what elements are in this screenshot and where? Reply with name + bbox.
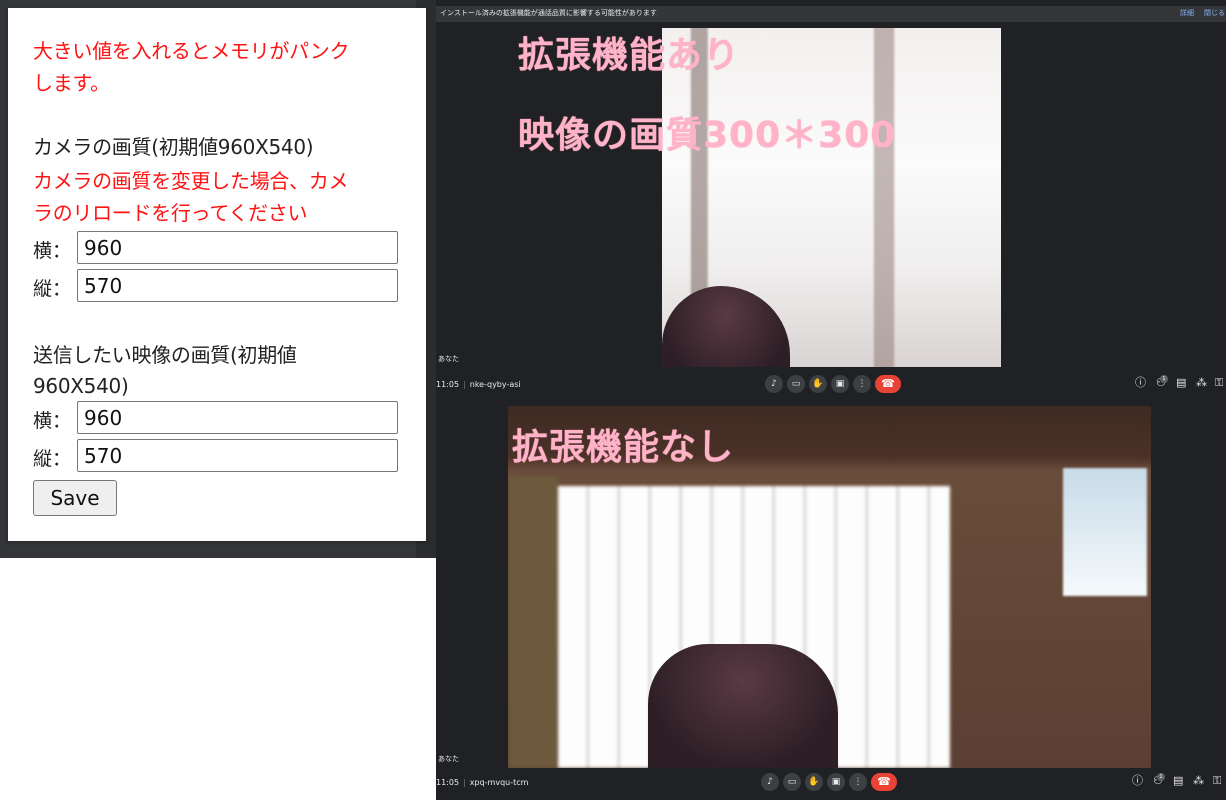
activities-icon[interactable]: ⁂ bbox=[1193, 775, 1204, 787]
send-quality-label-line-2: 960X540) bbox=[33, 374, 129, 398]
host-controls-icon[interactable]: ⚿ bbox=[1213, 775, 1221, 787]
meeting-separator: | bbox=[463, 380, 466, 389]
camera-height-input[interactable] bbox=[77, 269, 398, 302]
overlay-quality-caption: 映像の画質300＊300 bbox=[518, 115, 897, 156]
camera-width-input[interactable] bbox=[77, 231, 398, 264]
info-icon[interactable]: ⓘ bbox=[1132, 775, 1143, 787]
self-video-tile bbox=[662, 28, 1001, 367]
present-icon[interactable]: ▣ bbox=[831, 375, 849, 393]
activities-icon[interactable]: ⁂ bbox=[1196, 377, 1207, 389]
host-controls-icon[interactable]: ⚿ bbox=[1215, 377, 1223, 389]
meet-window-with-extension: インストール済みの拡張機能が通話品質に影響する可能性があります 詳細 閉じる 拡… bbox=[436, 0, 1226, 400]
chat-icon[interactable]: ▤ bbox=[1176, 377, 1186, 389]
extension-warning-banner: インストール済みの拡張機能が通話品質に影響する可能性があります 詳細 閉じる bbox=[436, 6, 1226, 22]
camera-note-line-2: ラのリロードを行ってください bbox=[33, 201, 308, 225]
meeting-separator: | bbox=[463, 778, 466, 787]
chat-icon[interactable]: ▤ bbox=[1173, 775, 1183, 787]
banner-text: インストール済みの拡張機能が通話品質に影響する可能性があります bbox=[440, 9, 657, 17]
overlay-with-extension-title: 拡張機能あり bbox=[518, 35, 741, 76]
chair-in-video bbox=[648, 644, 838, 768]
send-width-label: 横： bbox=[33, 410, 72, 432]
meeting-info: 11:05 | nke-qyby-asi bbox=[436, 380, 521, 389]
save-button[interactable]: Save bbox=[33, 480, 117, 516]
end-call-icon[interactable]: ☎ bbox=[871, 773, 897, 791]
raise-hand-icon[interactable]: ✋ bbox=[809, 375, 827, 393]
send-height-input[interactable] bbox=[77, 439, 398, 472]
send-width-input[interactable] bbox=[77, 401, 398, 434]
chair-in-video bbox=[662, 286, 790, 367]
camera-width-label: 横： bbox=[33, 240, 72, 262]
meeting-time: 11:05 bbox=[436, 778, 460, 787]
camera-height-label: 縦： bbox=[33, 278, 72, 300]
banner-details-link[interactable]: 詳細 bbox=[1180, 8, 1194, 18]
send-height-label: 縦： bbox=[33, 448, 72, 470]
wall-left bbox=[508, 476, 558, 768]
end-call-icon[interactable]: ☎ bbox=[875, 375, 901, 393]
send-quality-label-line-1: 送信したい映像の画質(初期値 bbox=[33, 343, 297, 367]
people-count-badge: 1 bbox=[1160, 375, 1168, 383]
camera-quality-label: カメラの画質(初期値960X540) bbox=[33, 135, 314, 159]
people-count-badge: 1 bbox=[1157, 773, 1165, 781]
meet-control-bar: 11:05 | nke-qyby-asi ♪ ▭ ✋ ▣ ⋮ ☎ ⓘ ⚇ 1 ▤ ⁂ … bbox=[436, 372, 1226, 402]
mic-icon[interactable]: ♪ bbox=[765, 375, 783, 393]
meeting-code: xpq-mvqu-tcm bbox=[469, 778, 529, 787]
participant-name: あなた bbox=[438, 355, 459, 363]
participant-name: あなた bbox=[438, 755, 459, 763]
meeting-code: nke-qyby-asi bbox=[469, 380, 521, 389]
raise-hand-icon[interactable]: ✋ bbox=[805, 773, 823, 791]
overlay-without-extension-title: 拡張機能なし bbox=[512, 427, 735, 468]
meeting-info: 11:05 | xpq-mvqu-tcm bbox=[436, 778, 528, 787]
camera-icon[interactable]: ▭ bbox=[787, 375, 805, 393]
meet-control-bar: 11:05 | xpq-mvqu-tcm ♪ ▭ ✋ ▣ ⋮ ☎ ⓘ ⚇ 1 ▤ ⁂ … bbox=[436, 770, 1226, 800]
side-window bbox=[1063, 468, 1147, 596]
memory-warning-line-1: 大きい値を入れるとメモリがパンク bbox=[33, 39, 350, 63]
extension-popup: 大きい値を入れるとメモリがパンク します。 カメラの画質(初期値960X540)… bbox=[8, 8, 426, 541]
mic-icon[interactable]: ♪ bbox=[761, 773, 779, 791]
meeting-time: 11:05 bbox=[436, 380, 460, 389]
camera-note-line-1: カメラの画質を変更した場合、カメ bbox=[33, 169, 349, 193]
more-icon[interactable]: ⋮ bbox=[849, 773, 867, 791]
people-icon[interactable]: ⚇ 1 bbox=[1156, 375, 1168, 389]
info-icon[interactable]: ⓘ bbox=[1135, 377, 1146, 389]
meet-window-without-extension: 拡張機能なし あなた 11:05 | xpq-mvqu-tcm ♪ ▭ ✋ ▣ ⋮ … bbox=[436, 400, 1226, 800]
banner-close-link[interactable]: 閉じる bbox=[1204, 8, 1225, 18]
present-icon[interactable]: ▣ bbox=[827, 773, 845, 791]
memory-warning-line-2: します。 bbox=[33, 71, 110, 95]
more-icon[interactable]: ⋮ bbox=[853, 375, 871, 393]
people-icon[interactable]: ⚇ 1 bbox=[1153, 773, 1165, 787]
camera-icon[interactable]: ▭ bbox=[783, 773, 801, 791]
